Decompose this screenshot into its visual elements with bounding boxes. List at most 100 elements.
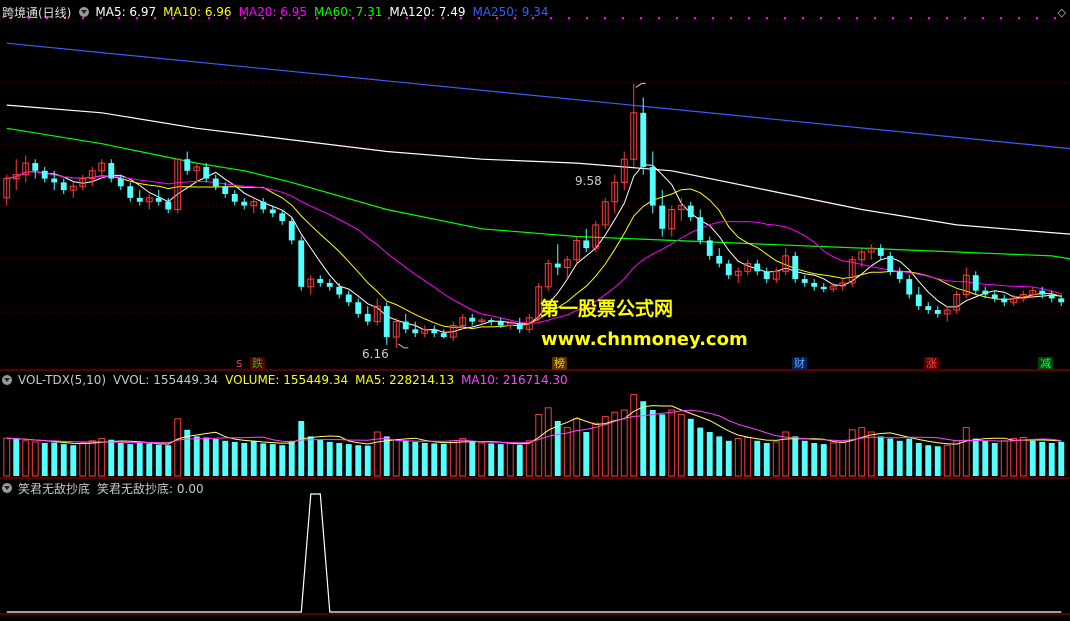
candle-body-down: [811, 282, 818, 287]
top-dot: [1036, 17, 1038, 19]
ma-legend-item-3: MA60: 7.31: [314, 5, 383, 19]
volume-bar-down: [801, 440, 808, 476]
candle-body-down: [896, 271, 903, 280]
candle-body-down: [288, 221, 295, 241]
candle-body-down: [117, 178, 124, 187]
candle-body-down: [222, 186, 229, 194]
ma-legend-item-0: MA5: 6.97: [95, 5, 157, 19]
volume-bar-down: [649, 410, 656, 476]
volume-bar-down: [279, 445, 286, 476]
volume-bar-down: [887, 438, 894, 476]
volume-bar-up: [98, 438, 106, 477]
candle-body-down: [640, 112, 647, 167]
chart-canvas[interactable]: [0, 0, 1070, 617]
candle-body-down: [231, 194, 238, 202]
volume-bar-up: [734, 438, 742, 477]
candle-body-down: [345, 294, 352, 303]
candle-body-down: [165, 201, 172, 210]
volume-bar-down: [250, 440, 257, 476]
volume-bar-up: [592, 422, 600, 477]
volume-bar-down: [697, 427, 704, 476]
candle-body-down: [792, 255, 799, 280]
candle-body-down: [697, 217, 704, 241]
volume-bar-down: [269, 444, 276, 476]
candle-body-down: [60, 182, 67, 191]
event-marker-0[interactable]: 跌: [250, 357, 265, 370]
ma-legend: MA5: 6.97 MA10: 6.96 MA20: 6.95 MA60: 7.31 M…: [95, 5, 555, 19]
volume-bar-down: [877, 436, 884, 476]
dropdown-icon[interactable]: [2, 483, 12, 493]
event-marker-3[interactable]: 涨: [924, 357, 939, 370]
top-dot: [748, 17, 750, 19]
volume-bar-up: [525, 440, 533, 477]
event-marker-2[interactable]: 财: [792, 357, 807, 370]
candle-body-down: [1058, 298, 1065, 303]
volume-bar-down: [1048, 443, 1055, 476]
volume-bar-up: [506, 442, 514, 477]
top-dot: [838, 17, 840, 19]
volume-bar-down: [982, 440, 989, 476]
volume-bar-down: [972, 438, 979, 476]
volume-bar-up: [478, 442, 486, 477]
volume-bar-down: [155, 444, 162, 476]
volume-bar-down: [326, 441, 333, 476]
volume-bar-down: [108, 439, 115, 476]
candle-body-down: [972, 275, 979, 291]
volume-bar-up: [3, 437, 11, 477]
candle-body-down: [887, 255, 894, 272]
ma250-line: [6, 42, 1070, 150]
volume-bar-down: [60, 444, 67, 476]
candle-body-down: [1001, 298, 1008, 303]
volume-bar-up: [79, 442, 87, 477]
volume-bar-down: [763, 443, 770, 476]
volume-bar-down: [288, 440, 295, 476]
candle-body-down: [108, 163, 115, 179]
ma5-line: [6, 164, 1062, 333]
candle-body-down: [725, 263, 732, 276]
top-dot: [946, 17, 948, 19]
volume-bar-down: [469, 441, 476, 476]
candle-body-down: [402, 321, 409, 330]
event-marker-1[interactable]: 榜: [552, 357, 567, 370]
candle-body-down: [991, 294, 998, 299]
volume-bar-down: [231, 441, 238, 476]
candle-body-down: [649, 166, 656, 206]
event-marker-4[interactable]: 减: [1038, 357, 1053, 370]
volume-bar-down: [896, 440, 903, 476]
volume-bar-down: [792, 436, 799, 476]
volume-bar-down: [317, 439, 324, 476]
volume-bar-down: [222, 440, 229, 476]
candle-body-down: [127, 186, 134, 198]
price-panel-header: 跨境通(日线) MA5: 6.97 MA10: 6.96 MA20: 6.95 MA6…: [0, 4, 562, 20]
volume-bar-down: [516, 444, 523, 476]
dropdown-icon[interactable]: [79, 7, 90, 17]
volume-bar-up: [677, 413, 685, 477]
candle-body-down: [1039, 290, 1046, 295]
candle-body-down: [801, 279, 808, 283]
volume-bar-up: [392, 439, 400, 477]
candle-body-down: [241, 201, 248, 206]
candle-body-down: [497, 321, 504, 326]
top-dot: [910, 17, 912, 19]
signal-line: [6, 493, 1062, 613]
volume-bar-down: [117, 443, 124, 476]
candle-body-down: [279, 213, 286, 222]
corner-diamond-icon[interactable]: ◇: [1058, 6, 1066, 20]
low-pointer: [397, 343, 409, 349]
top-dot: [640, 17, 642, 19]
volume-bar-down: [203, 437, 210, 476]
s-marker: S: [236, 359, 243, 370]
volume-legend: VOL-TDX(5,10) VVOL: 155449.34 VOLUME: 1554…: [18, 373, 575, 387]
top-dot: [1054, 17, 1056, 19]
top-dot: [802, 17, 804, 19]
volume-bar-up: [858, 427, 866, 477]
volume-bar-down: [212, 439, 219, 476]
volume-bar-down: [706, 432, 713, 476]
volume-bar-down: [1058, 441, 1065, 476]
volume-bar-down: [298, 421, 305, 476]
volume-bar-down: [934, 446, 941, 476]
dropdown-icon[interactable]: [2, 375, 12, 385]
ma-legend-item-2: MA20: 6.95: [238, 5, 307, 19]
top-dot: [730, 17, 732, 19]
candle-body-down: [184, 159, 191, 171]
